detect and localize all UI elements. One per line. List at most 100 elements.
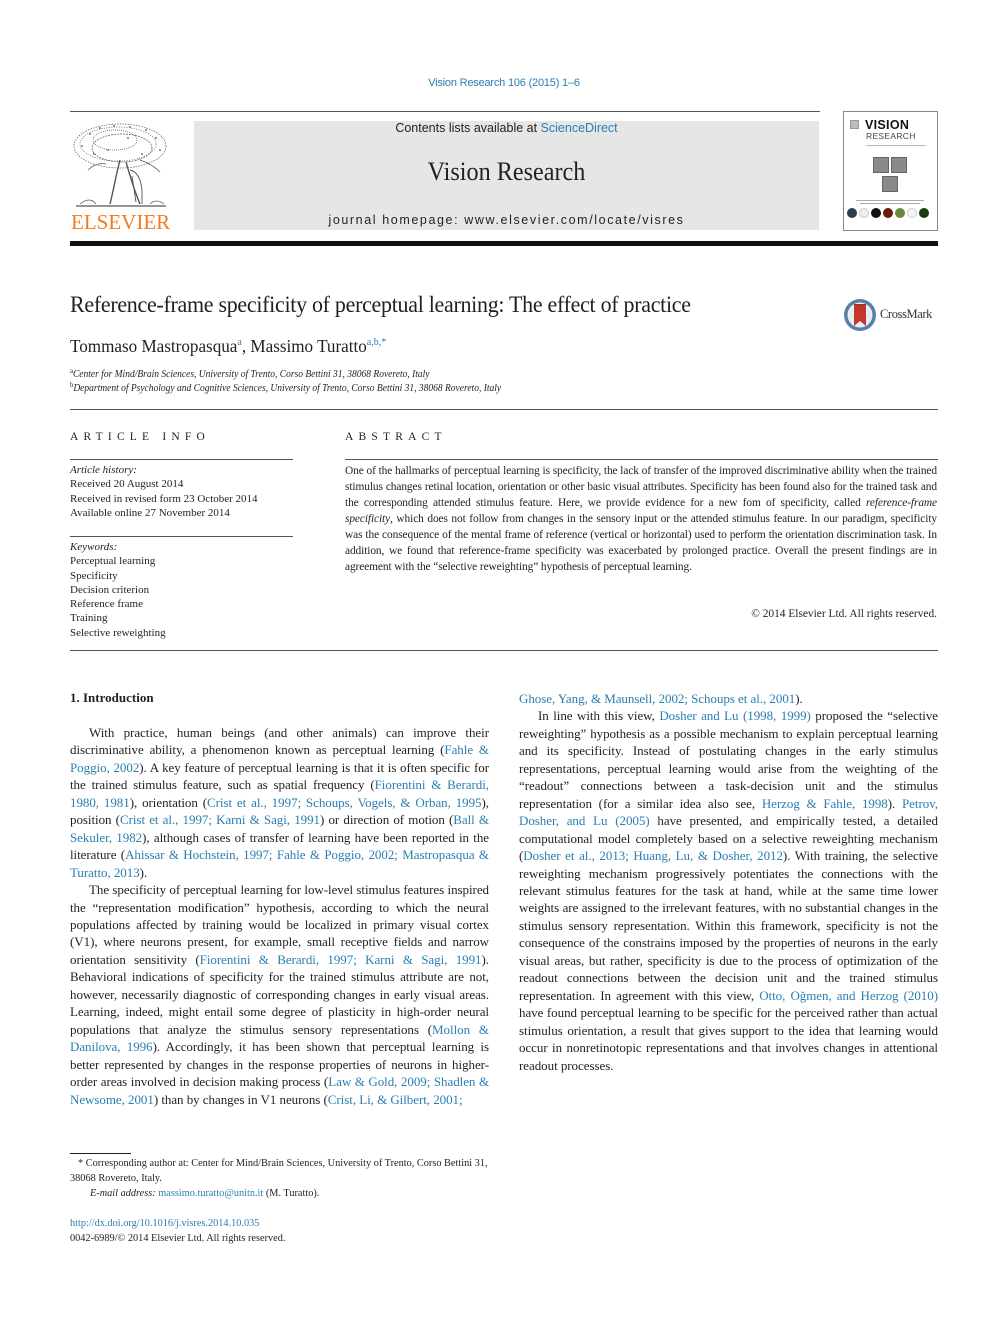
body-text: ). — [139, 864, 148, 880]
tree-icon — [73, 123, 167, 207]
history-item: Received in revised form 23 October 2014 — [70, 492, 258, 505]
body-text: In line with this view, — [538, 708, 660, 724]
cover-image-row — [847, 208, 929, 218]
doi-link[interactable]: http://dx.doi.org/10.1016/j.visres.2014.… — [70, 1218, 259, 1229]
crossmark-icon — [844, 299, 876, 331]
body-text: ). — [795, 691, 803, 706]
header-rule — [70, 111, 820, 112]
author-name[interactable]: Massimo Turatto — [250, 336, 366, 356]
author-affiliation-mark[interactable]: a,b,* — [367, 337, 386, 348]
keyword: Specificity — [70, 569, 118, 582]
footnote-rule — [70, 1153, 131, 1154]
body-text: ) or direction of motion ( — [320, 812, 454, 828]
email-label: E-mail address: — [90, 1188, 159, 1199]
cover-dot — [907, 208, 917, 218]
section-heading-introduction: 1. Introduction — [70, 690, 154, 705]
cover-dot — [859, 208, 869, 218]
keyword: Perceptual learning — [70, 555, 156, 568]
body-text: ) than by changes in V1 neurons ( — [153, 1091, 328, 1107]
divider — [70, 459, 293, 460]
email-note: E-mail address: massimo.turatto@unitn.it… — [90, 1186, 510, 1201]
sciencedirect-link[interactable]: ScienceDirect — [541, 121, 618, 135]
header-thick-rule — [70, 241, 938, 246]
doi-block: http://dx.doi.org/10.1016/j.visres.2014.… — [70, 1216, 285, 1246]
body-text: With practice, human beings (and other a… — [70, 725, 489, 758]
body-text: ). — [887, 795, 902, 811]
cover-logo-icon — [850, 120, 859, 129]
contents-available-line: Contents lists available at ScienceDirec… — [194, 121, 819, 135]
journal-homepage[interactable]: journal homepage: www.elsevier.com/locat… — [194, 213, 819, 227]
history-item: Received 20 August 2014 — [70, 478, 184, 491]
body-column-left: With practice, human beings (and other a… — [70, 724, 489, 1108]
body-text: ), orientation ( — [129, 794, 208, 810]
keyword: Selective reweighting — [70, 626, 166, 639]
citation-link[interactable]: Dosher et al., 2013; Huang, Lu, & Dosher… — [523, 848, 783, 863]
divider — [345, 459, 938, 460]
affiliation-a: aCenter for Mind/Brain Sciences, Univers… — [70, 367, 430, 380]
elsevier-wordmark[interactable]: ELSEVIER — [71, 210, 170, 235]
citation-link[interactable]: Crist, Li, & Gilbert, 2001; — [328, 1092, 463, 1107]
keyword: Reference frame — [70, 598, 143, 611]
crossmark-button[interactable]: CrossMark — [843, 297, 943, 333]
keywords-block: Keywords: Perceptual learning Specificit… — [70, 540, 166, 640]
journal-masthead: Contents lists available at ScienceDirec… — [194, 121, 819, 230]
cover-figure-1 — [873, 157, 889, 173]
citation-link[interactable]: Ahissar & Hochstein, 1997; Fahle & Poggi… — [70, 847, 489, 879]
divider — [70, 409, 938, 410]
author-list: Tommaso Mastropasquaa, Massimo Turattoa,… — [70, 336, 386, 357]
cover-text-line — [860, 203, 920, 204]
citation-link[interactable]: Ghose, Yang, & Maunsell, 2002; Schoups e… — [519, 691, 795, 706]
journal-citation[interactable]: Vision Research 106 (2015) 1–6 — [0, 77, 992, 89]
corresponding-author-note: * Corresponding author at: Center for Mi… — [70, 1158, 488, 1184]
issn-copyright: 0042-6989/© 2014 Elsevier Ltd. All right… — [70, 1233, 286, 1244]
body-text: ). With training, the selective reweight… — [519, 848, 938, 1003]
citation-link[interactable]: Crist et al., 1997; Schoups, Vogels, & O… — [207, 795, 482, 810]
paragraph: With practice, human beings (and other a… — [70, 724, 489, 881]
cover-dot — [883, 208, 893, 218]
paragraph: In line with this view, Dosher and Lu (1… — [519, 707, 938, 1074]
paragraph: The specificity of perceptual learning f… — [70, 881, 489, 1108]
history-item: Available online 27 November 2014 — [70, 506, 230, 519]
cover-dot — [847, 208, 857, 218]
email-link[interactable]: massimo.turatto@unitn.it — [158, 1188, 263, 1199]
cover-subtitle: RESEARCH — [866, 131, 916, 141]
history-label: Article history: — [70, 464, 137, 476]
crossmark-label: CrossMark — [880, 307, 932, 321]
cover-figure-2 — [891, 157, 907, 173]
citation-link[interactable]: Crist et al., 1997; Karni & Sagi, 1991 — [120, 812, 320, 827]
contents-prefix: Contents lists available at — [395, 121, 541, 135]
author-name[interactable]: Tommaso Mastropasqua — [70, 336, 237, 356]
divider — [70, 650, 938, 651]
author-separator: , — [241, 336, 251, 356]
affiliation-b: bDepartment of Psychology and Cognitive … — [70, 381, 501, 394]
keyword: Training — [70, 612, 108, 625]
citation-link[interactable]: Otto, Oğmen, and Herzog (2010) — [759, 988, 938, 1003]
body-column-right: Ghose, Yang, & Maunsell, 2002; Schoups e… — [519, 690, 938, 1074]
article-title: Reference-frame specificity of perceptua… — [70, 292, 691, 317]
abstract-text: One of the hallmarks of perceptual learn… — [345, 463, 937, 575]
paragraph-continued: Ghose, Yang, & Maunsell, 2002; Schoups e… — [519, 690, 938, 707]
cover-figure-3 — [882, 176, 898, 192]
divider — [70, 536, 293, 537]
article-info-heading: ARTICLE INFO — [70, 431, 210, 443]
journal-title: Vision Research — [427, 157, 586, 186]
email-suffix: (M. Turatto). — [263, 1188, 320, 1199]
citation-link[interactable]: Herzog & Fahle, 1998 — [762, 796, 888, 811]
citation-link[interactable]: Dosher and Lu (1998, 1999) — [659, 708, 811, 723]
cover-rule — [866, 145, 926, 146]
cover-dot — [871, 208, 881, 218]
citation-link[interactable]: Fiorentini & Berardi, 1997; Karni & Sagi… — [200, 952, 482, 967]
keywords-label: Keywords: — [70, 541, 118, 553]
abstract-copyright: © 2014 Elsevier Ltd. All rights reserved… — [751, 608, 937, 620]
affiliation-text: Department of Psychology and Cognitive S… — [73, 383, 502, 394]
cover-dot — [895, 208, 905, 218]
abstract-part: , which does not follow from changes in … — [345, 513, 937, 573]
cover-title: VISION — [865, 118, 910, 132]
abstract-part: One of the hallmarks of perceptual learn… — [345, 465, 937, 509]
journal-cover-thumbnail[interactable]: VISION RESEARCH — [843, 111, 938, 231]
abstract-heading: ABSTRACT — [345, 431, 447, 443]
cover-text-line — [856, 200, 924, 201]
affiliation-text: Center for Mind/Brain Sciences, Universi… — [72, 369, 430, 380]
cover-dot — [919, 208, 929, 218]
article-history: Article history: Received 20 August 2014… — [70, 463, 258, 520]
